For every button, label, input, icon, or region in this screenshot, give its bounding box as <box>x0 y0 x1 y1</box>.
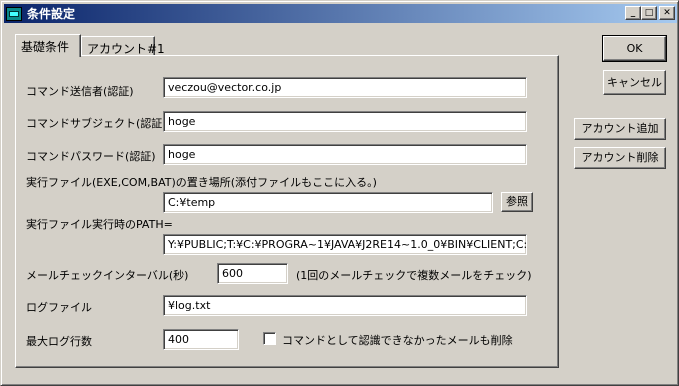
exec-path-field[interactable]: Y:¥PUBLIC;T:¥C:¥PROGRA~1¥JAVA¥J2RE14~1.0… <box>163 234 527 255</box>
mail-check-interval-field[interactable]: 600 <box>217 263 288 284</box>
exec-path-label: 実行ファイル実行時のPATH= <box>26 218 173 231</box>
title-bar[interactable]: 条件設定 _ □ ✕ <box>4 4 677 23</box>
tab-basic-conditions[interactable]: 基礎条件 <box>15 34 81 57</box>
add-account-button[interactable]: アカウント追加 <box>574 118 666 140</box>
max-log-lines-label: 最大ログ行数 <box>26 335 92 348</box>
exec-file-location-label: 実行ファイル(EXE,COM,BAT)の置き場所(添付ファイルもここに入る。) <box>26 176 377 189</box>
delete-unrecognized-checkbox[interactable] <box>263 332 276 345</box>
max-log-lines-field[interactable]: 400 <box>163 329 239 350</box>
delete-account-button[interactable]: アカウント削除 <box>574 147 666 169</box>
tab-account-1[interactable]: アカウント#1 <box>81 36 165 56</box>
delete-unrecognized-label[interactable]: コマンドとして認識できなかったメールも削除 <box>282 332 513 348</box>
command-sender-label: コマンド送信者(認証) <box>26 85 134 98</box>
command-password-label: コマンドパスワード(認証) <box>26 150 156 163</box>
log-file-label: ログファイル <box>26 301 92 314</box>
cancel-button[interactable]: キャンセル <box>603 70 666 95</box>
tab-panel: コマンド送信者(認証) veczou@vector.co.jp コマンドサブジェ… <box>15 55 559 368</box>
command-subject-label: コマンドサブジェクト(認証) <box>26 117 167 130</box>
window-title: 条件設定 <box>27 7 76 21</box>
dialog-window: 条件設定 _ □ ✕ 基礎条件 アカウント#1 コマンド送信者(認証) vecz… <box>0 0 679 386</box>
command-password-field[interactable]: hoge <box>163 144 527 165</box>
log-file-field[interactable]: ¥log.txt <box>163 295 527 316</box>
maximize-button[interactable]: □ <box>641 6 657 20</box>
command-sender-field[interactable]: veczou@vector.co.jp <box>163 77 527 98</box>
close-button[interactable]: ✕ <box>659 6 675 20</box>
minimize-button[interactable]: _ <box>625 6 641 20</box>
browse-button[interactable]: 参照 <box>501 192 533 212</box>
mail-check-note: (1回のメールチェックで複数メールをチェック) <box>296 269 532 282</box>
command-subject-field[interactable]: hoge <box>163 111 527 132</box>
ok-button[interactable]: OK <box>602 35 667 62</box>
exec-file-location-field[interactable]: C:¥temp <box>163 192 493 213</box>
mail-check-interval-label: メールチェックインターバル(秒) <box>26 269 189 282</box>
app-icon <box>6 6 22 21</box>
